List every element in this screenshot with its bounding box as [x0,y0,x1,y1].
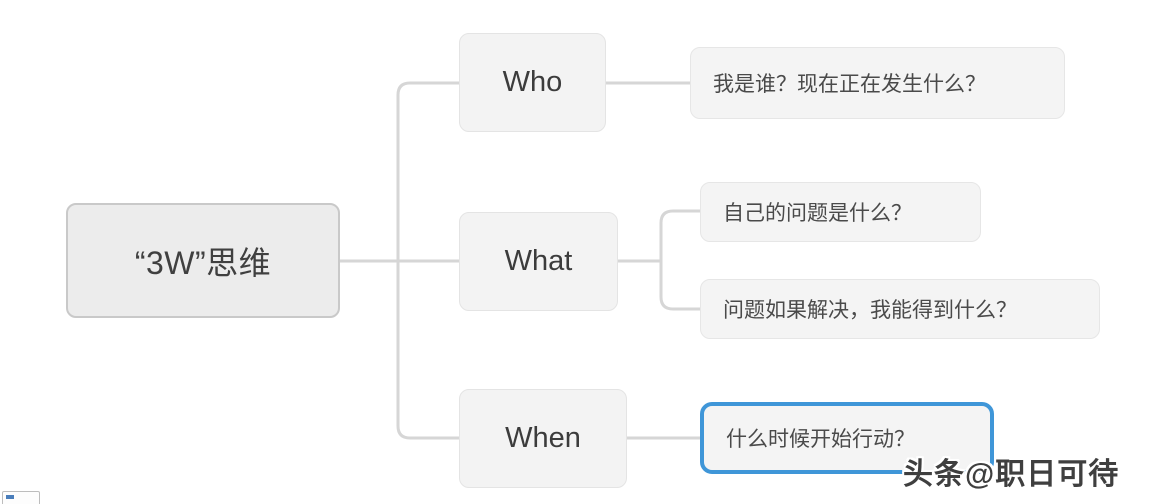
connector-trunk-bottom [396,261,459,440]
connector-what-upper [659,209,700,261]
mindmap-canvas: “3W”思维 Who 我是谁？现在正在发生什么？ What 自己的问题是什么？ … [0,0,1157,504]
leaf-node-who-1-text: 我是谁？现在正在发生什么？ [713,73,986,96]
connector-what-lower [659,261,700,311]
watermark-text: 头条@职日可待 [903,458,1120,491]
leaf-node-who-1[interactable]: 我是谁？现在正在发生什么？ [690,47,1065,119]
branch-node-who[interactable]: Who [459,33,606,132]
branch-node-what[interactable]: What [459,212,618,311]
leaf-node-what-2-text: 问题如果解决，我能得到什么？ [723,299,1017,322]
connector-trunk-top [396,81,459,261]
root-node[interactable]: “3W”思维 [66,203,340,318]
branch-node-what-label: What [504,245,573,277]
corner-widget[interactable] [2,491,40,504]
watermark: 头条@职日可待 [903,449,1119,493]
leaf-node-what-2[interactable]: 问题如果解决，我能得到什么？ [700,279,1100,339]
branch-node-who-label: Who [502,66,563,98]
leaf-node-when-1-text: 什么时候开始行动？ [726,428,915,451]
branch-node-when[interactable]: When [459,389,627,488]
leaf-node-what-1-text: 自己的问题是什么？ [723,202,912,225]
branch-node-when-label: When [505,422,581,454]
root-node-label: “3W”思维 [134,244,272,281]
leaf-node-what-1[interactable]: 自己的问题是什么？ [700,182,981,242]
corner-widget-mark [6,495,14,499]
